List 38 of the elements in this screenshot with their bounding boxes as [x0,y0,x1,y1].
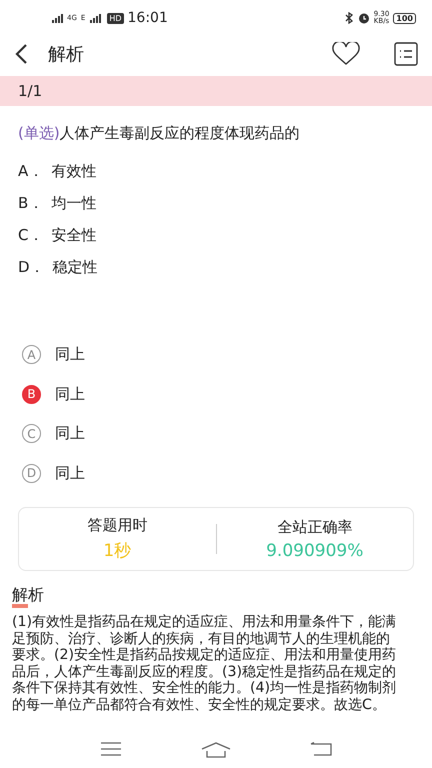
signal-icon [52,14,63,22]
option-text: 有效性 [51,162,96,180]
status-time: 16:01 [128,10,168,26]
option-letter: D． [18,258,45,276]
heading-marker [12,604,28,608]
alarm-icon [358,12,370,24]
option-text: 稳定性 [52,258,98,276]
answer-text: 同上 [55,345,85,364]
stat-label: 答题用时 [87,516,148,535]
bluetooth-icon [344,12,354,24]
back-nav-icon[interactable] [310,742,332,756]
answer-radio[interactable]: C [22,424,41,444]
answer-radio[interactable]: D [22,464,41,483]
option-letter: B． [18,194,44,212]
answer-text: 同上 [55,424,85,444]
hd-badge: HD [107,12,124,24]
stat-value: 1秒 [103,540,132,562]
question-text: (单选)人体产生毒副反应的程度体现药品的 [18,124,301,143]
answer-radio[interactable]: A [22,345,41,364]
list-icon[interactable] [394,42,418,66]
stat-value: 9.090909% [266,540,364,560]
answer-text: 同上 [55,464,85,483]
back-icon[interactable] [14,43,28,65]
answer-text: 同上 [55,384,85,404]
answer-radio[interactable]: B [22,384,41,404]
option-letter: C． [18,226,44,244]
home-icon[interactable] [200,742,231,758]
signal-icon [89,13,104,23]
page-title: 解析 [48,43,85,66]
battery-indicator: 100 [393,12,416,24]
option-text: 安全性 [51,226,96,244]
heart-icon[interactable] [332,42,360,66]
option-letter: A． [18,162,44,180]
stat-label: 全站正确率 [277,518,352,536]
option-text: 均一性 [51,194,96,212]
analysis-title: 解析 [12,585,44,604]
analysis-text: (1)有效性是指药品在规定的适应症、用法和用量条件下，能满足预防、治疗、诊断人的疾病，有目的地调节人的生理机能的要求。(2)安全性是指药品按规定的适应症、用法和用量使用药品后，人体产生毒副反应的程度。(3)稳定性是指药品在规定的条件下保持其有效性、安全性的能力。(4)均一性是指药物制剂的每一单位产品都符合有效性、安全性的规定要求。故选C。 [12,614,398,713]
menu-icon[interactable] [100,742,122,756]
